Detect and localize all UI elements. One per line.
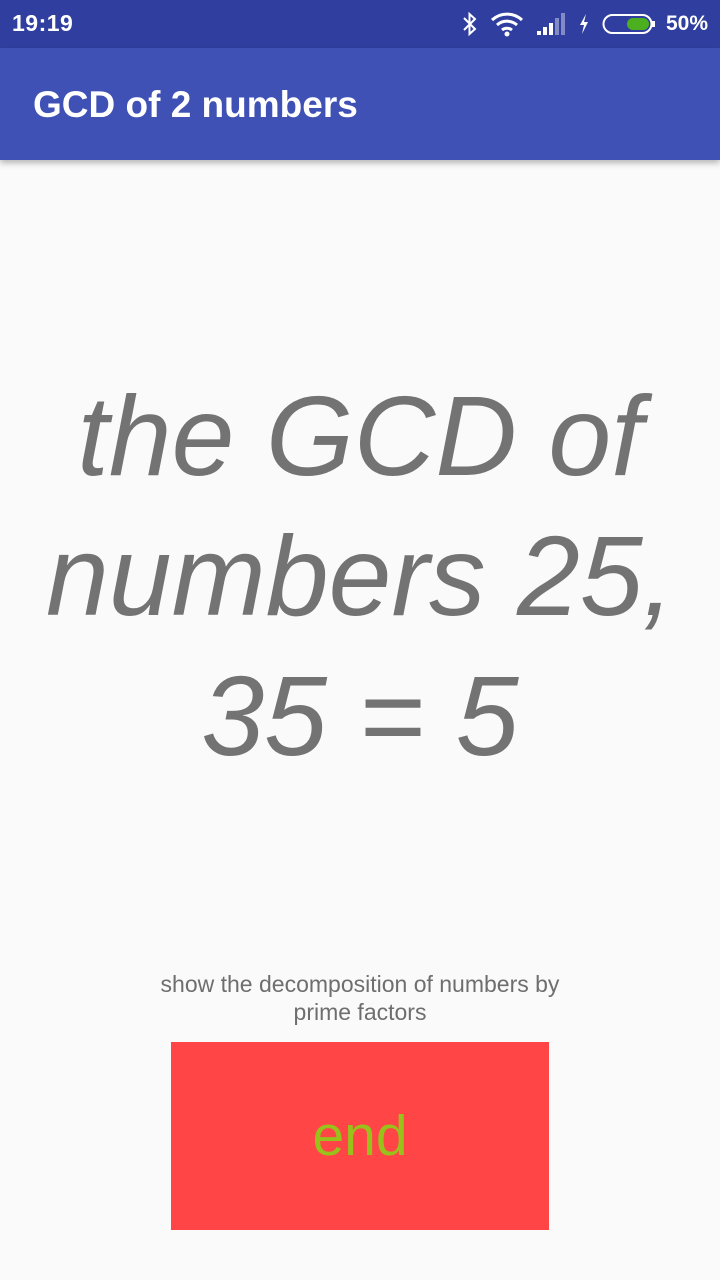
status-bar: 19:19 50% — [0, 0, 720, 48]
app-title: GCD of 2 numbers — [33, 84, 358, 125]
status-time: 19:19 — [12, 10, 74, 36]
bluetooth-icon — [462, 11, 478, 37]
battery-percent: 50% — [665, 12, 708, 35]
show-decomposition-link[interactable]: show the decomposition of numbers by pri… — [160, 970, 560, 1026]
gcd-result-text: the GCD of numbers 25, 35 = 5 — [45, 373, 675, 779]
app-bar: GCD of 2 numbers — [0, 48, 720, 160]
status-icons: 50% — [450, 9, 708, 39]
wifi-icon — [490, 11, 524, 37]
signal-icon — [536, 12, 566, 36]
charging-icon — [578, 13, 590, 35]
end-button[interactable]: end — [171, 1042, 549, 1230]
battery-icon — [602, 12, 656, 36]
